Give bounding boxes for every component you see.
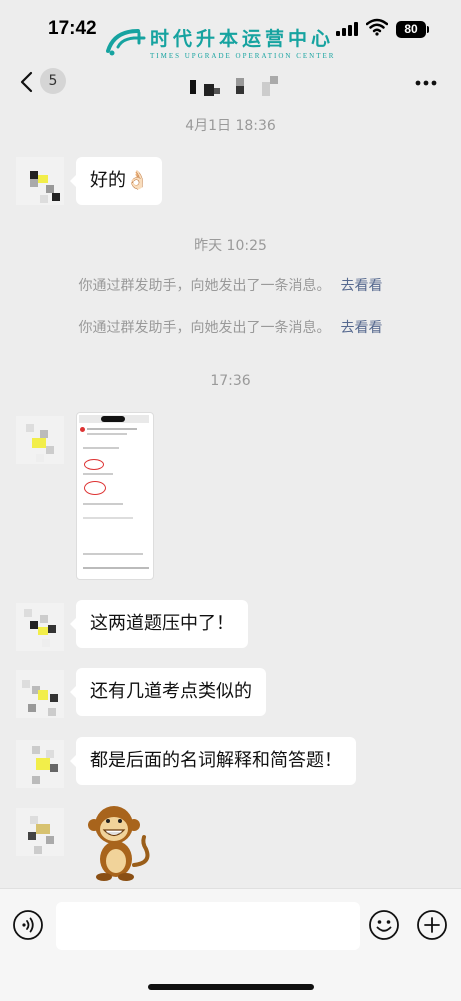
back-button[interactable] [16, 70, 40, 94]
timestamp: 4月1日 18:36 [185, 118, 276, 134]
system-message: 你通过群发助手，向她发出了一条消息。 去看看 [0, 317, 461, 337]
system-message-text: 你通过群发助手，向她发出了一条消息。 [78, 320, 331, 336]
view-link[interactable]: 去看看 [341, 278, 383, 294]
message-bubble[interactable]: 都是后面的名词解释和简答题！ [70, 737, 356, 785]
timestamp: 17:36 [210, 373, 251, 389]
message-input[interactable] [56, 902, 360, 950]
more-options-button[interactable] [414, 78, 438, 87]
system-message-text: 你通过群发助手，向她发出了一条消息。 [78, 278, 331, 294]
avatar[interactable] [16, 740, 64, 788]
avatar[interactable] [16, 670, 64, 718]
avatar[interactable] [16, 416, 64, 464]
message-text: 好的 [90, 170, 126, 191]
battery-tip [427, 26, 429, 33]
wifi-icon [365, 18, 389, 40]
view-link[interactable]: 去看看 [341, 320, 383, 336]
message-text: 都是后面的名词解释和简答题！ [90, 750, 342, 771]
message-bubble[interactable]: 这两道题压中了！ [70, 600, 248, 648]
watermark-name: 时代升本运营中心 [150, 28, 335, 50]
ellipsis-icon [415, 80, 437, 86]
image-message[interactable] [76, 412, 154, 580]
smiley-icon [369, 910, 399, 940]
timestamp: 昨天 10:25 [194, 238, 267, 254]
message-bubble[interactable]: 好的👌🏻 [69, 157, 163, 205]
avatar[interactable] [16, 157, 64, 205]
avatar[interactable] [16, 603, 64, 651]
system-message: 你通过群发助手，向她发出了一条消息。 去看看 [0, 275, 461, 295]
message-text: 还有几道考点类似的 [90, 681, 252, 702]
chat-title-mosaic [190, 76, 290, 96]
plus-icon [417, 910, 447, 940]
avatar[interactable] [16, 808, 64, 856]
status-time: 17:42 [48, 18, 97, 39]
watermark-logo: 时代升本运营中心 TIMES UPGRADE OPERATION CENTER [104, 24, 335, 60]
monkey-sticker[interactable] [82, 803, 154, 883]
home-indicator [148, 984, 314, 990]
more-functions-button[interactable] [416, 909, 448, 941]
message-text: 这两道题压中了！ [90, 613, 234, 634]
ok-hand-emoji: 👌🏻 [126, 170, 149, 191]
emoji-button[interactable] [368, 909, 400, 941]
cellular-signal-icon [336, 22, 358, 36]
unread-count-badge[interactable]: 5 [40, 68, 66, 94]
watermark-emblem-icon [106, 29, 146, 56]
voice-icon [13, 910, 43, 940]
voice-input-button[interactable] [12, 909, 44, 941]
battery-icon: 80 [396, 21, 426, 38]
chevron-left-icon [20, 71, 33, 93]
watermark-subtitle: TIMES UPGRADE OPERATION CENTER [150, 52, 336, 60]
message-bubble[interactable]: 还有几道考点类似的 [70, 668, 266, 716]
